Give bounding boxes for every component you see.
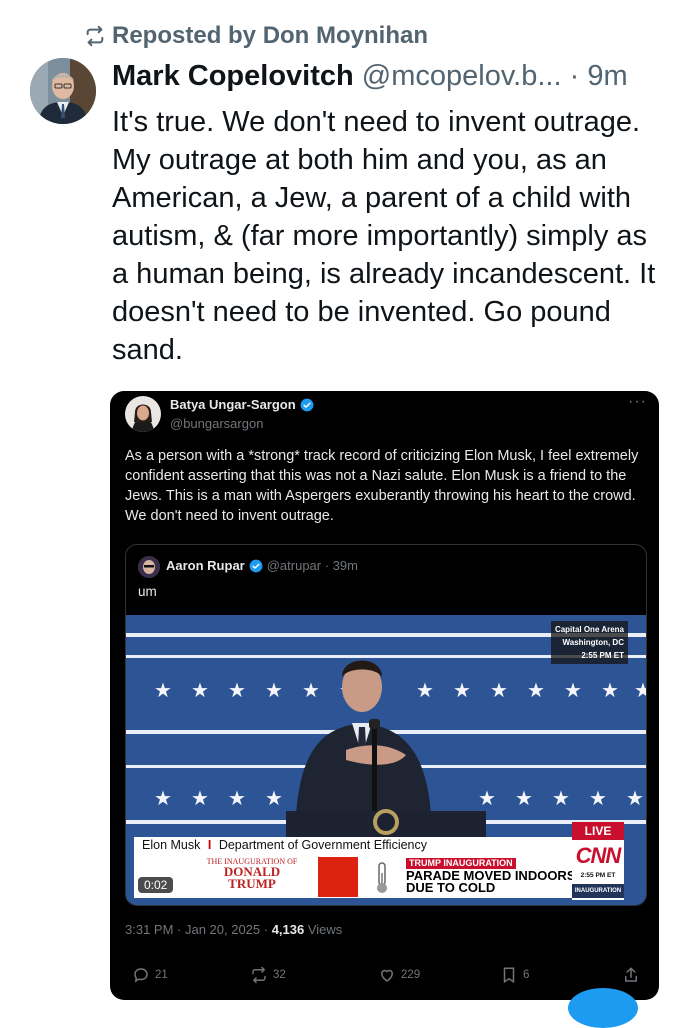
svg-text:★: ★ xyxy=(601,678,619,702)
svg-text:★: ★ xyxy=(453,678,471,702)
embed-action-bar: 21 32 229 6 xyxy=(110,966,659,996)
svg-text:★: ★ xyxy=(515,786,533,810)
repost-icon xyxy=(86,25,104,47)
svg-text:★: ★ xyxy=(564,678,582,702)
reply-icon xyxy=(134,968,148,983)
share-icon xyxy=(625,967,637,982)
quote-header: Aaron Rupar @atrupar · 39m xyxy=(166,558,358,573)
post-header: Mark Copelovitch @mcopelov.b... · 9m xyxy=(112,60,628,93)
author-handle[interactable]: @mcopelov.b... xyxy=(362,60,562,92)
svg-text:★: ★ xyxy=(228,678,246,702)
author-avatar[interactable] xyxy=(30,58,96,124)
location-city: Washington, DC xyxy=(562,638,624,647)
compose-button[interactable] xyxy=(568,988,638,1028)
video-duration: 0:02 xyxy=(138,877,174,893)
svg-text:★: ★ xyxy=(626,786,644,810)
quoted-post: Aaron Rupar @atrupar · 39m um ★ ★ ★ ★ ★ ★ ★ ★ ★… xyxy=(125,544,647,906)
chyron-nameplate: Elon Musk I Department of Government Eff… xyxy=(142,838,427,852)
svg-text:★: ★ xyxy=(416,678,434,702)
network-tag: INAUGURATION xyxy=(572,884,624,898)
news-chyron: Elon Musk I Department of Government Eff… xyxy=(134,837,597,898)
repost-action: 32 xyxy=(250,966,286,984)
svg-text:★: ★ xyxy=(154,786,172,810)
like-action: 229 xyxy=(378,966,420,984)
post-time[interactable]: · 9m xyxy=(570,60,628,92)
cnn-logo: CNN xyxy=(575,843,622,868)
svg-text:★: ★ xyxy=(154,678,172,702)
inauguration-line2: TRUMP xyxy=(228,876,276,891)
reply-count: 21 xyxy=(155,969,168,981)
bookmark-count: 6 xyxy=(523,969,530,981)
svg-text:★: ★ xyxy=(527,678,545,702)
repost-count: 32 xyxy=(273,969,286,981)
views-label: Views xyxy=(304,922,343,937)
news-headline-line2: DUE TO COLD xyxy=(406,880,496,895)
video-frame: ★★★★★★ ★★★★★★★ ★★★★ ★★★★★ xyxy=(126,615,646,905)
quote-author-name: Aaron Rupar xyxy=(166,558,245,573)
network-time: 2:55 PM ET xyxy=(580,872,616,879)
location-bug: Capital One Arena Washington, DC 2:55 PM… xyxy=(550,621,628,664)
svg-text:★: ★ xyxy=(478,786,496,810)
chyron-person-title: Department of Government Efficiency xyxy=(218,838,428,852)
embed-author-name-row: Batya Ungar-Sargon xyxy=(170,397,314,412)
repost-indicator[interactable]: Reposted by Don Moynihan xyxy=(84,22,428,50)
svg-text:★: ★ xyxy=(265,786,283,810)
chyron-person-name: Elon Musk xyxy=(142,838,201,852)
inauguration-logo: THE INAUGURATION OF DONALD TRUMP xyxy=(192,857,312,897)
news-headline: PARADE MOVED INDOORS DUE TO COLD xyxy=(406,869,576,895)
embed-author-name: Batya Ungar-Sargon xyxy=(170,397,296,412)
embed-post-text: As a person with a *strong* track record… xyxy=(125,448,639,524)
embedded-post-image[interactable]: Batya Ungar-Sargon @bungarsargon ··· As … xyxy=(110,391,659,1000)
svg-text:★: ★ xyxy=(552,786,570,810)
views-count: 4,136 xyxy=(271,922,305,937)
quote-author-avatar xyxy=(138,556,160,578)
heart-icon xyxy=(380,969,394,982)
retweet-icon xyxy=(252,966,266,984)
quote-text: um xyxy=(138,584,157,599)
verified-badge-icon xyxy=(249,559,263,572)
like-count: 229 xyxy=(401,969,421,981)
network-bug: CNN 2:55 PM ET INAUGURATION xyxy=(572,840,624,900)
svg-text:★: ★ xyxy=(191,678,209,702)
embed-author-avatar xyxy=(125,396,161,432)
share-action xyxy=(622,966,640,984)
svg-text:★: ★ xyxy=(634,678,646,702)
author-name[interactable]: Mark Copelovitch xyxy=(112,60,354,92)
svg-text:★: ★ xyxy=(265,678,283,702)
verified-badge-icon xyxy=(300,398,314,411)
svg-text:★: ★ xyxy=(191,786,209,810)
svg-text:★: ★ xyxy=(228,786,246,810)
bookmark-action: 6 xyxy=(500,966,529,984)
reply-action: 21 xyxy=(132,966,168,984)
embed-post-meta: 3:31 PM · Jan 20, 2025 · 4,136 Views xyxy=(125,922,342,937)
chyron-separator: I xyxy=(207,838,212,852)
svg-text:★: ★ xyxy=(589,786,607,810)
bookmark-icon xyxy=(503,967,515,984)
quote-author-handle: @atrupar · 39m xyxy=(266,558,358,573)
svg-text:★: ★ xyxy=(490,678,508,702)
svg-text:★: ★ xyxy=(302,678,320,702)
thermometer-icon xyxy=(377,862,387,893)
chyron-red-block xyxy=(318,857,358,897)
more-options-icon: ··· xyxy=(628,393,647,410)
embed-author-handle: @bungarsargon xyxy=(170,416,264,431)
location-arena: Capital One Arena xyxy=(554,625,624,634)
repost-label: Reposted by Don Moynihan xyxy=(112,22,429,49)
embed-post-datetime: 3:31 PM · Jan 20, 2025 · xyxy=(125,922,272,937)
location-time: 2:55 PM ET xyxy=(581,651,624,660)
post-body: It's true. We don't need to invent outra… xyxy=(112,106,656,366)
live-badge: LIVE xyxy=(572,822,624,840)
